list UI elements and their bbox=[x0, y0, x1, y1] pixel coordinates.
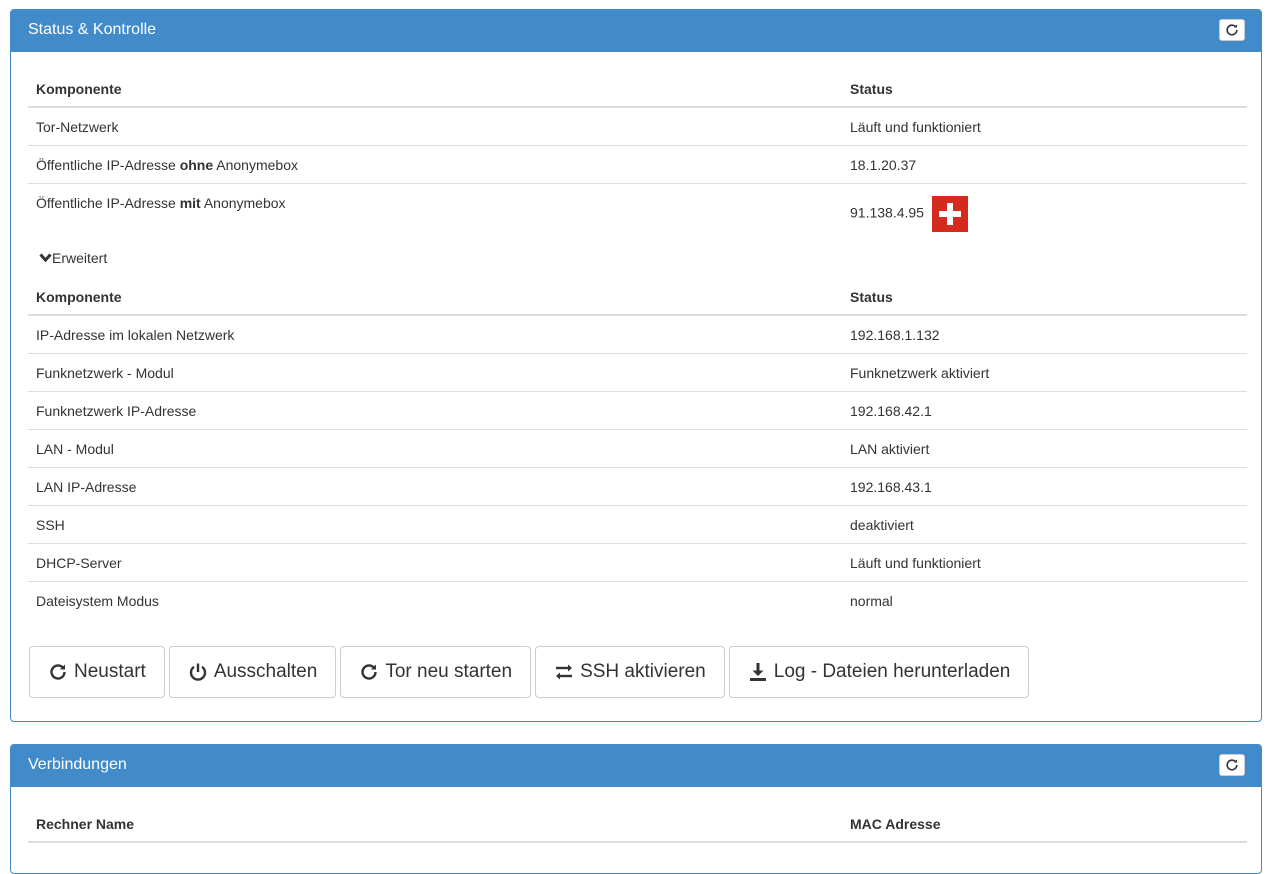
status-cell: normal bbox=[850, 592, 893, 609]
status-cell: Funknetzwerk aktiviert bbox=[842, 353, 1247, 392]
status-cell: LAN aktiviert bbox=[842, 429, 1247, 468]
table-row: SSH deaktiviert bbox=[28, 505, 1247, 544]
status-cell: 192.168.1.132 bbox=[842, 315, 1247, 354]
column-header-host: Rechner Name bbox=[28, 806, 842, 843]
status-cell: deaktiviert bbox=[842, 505, 1247, 544]
status-cell: 192.168.43.1 bbox=[842, 467, 1247, 506]
table-row: Öffentliche IP-Adresse ohne Anonymebox 1… bbox=[28, 145, 1247, 184]
refresh-icon bbox=[361, 664, 378, 680]
extended-label: Erweitert bbox=[52, 250, 108, 266]
status-panel-heading: Status & Kontrolle bbox=[11, 10, 1261, 52]
status-cell: 18.1.20.37 bbox=[842, 145, 1247, 184]
status-cell: Läuft und funktioniert bbox=[842, 543, 1247, 582]
shutdown-button[interactable]: Ausschalten bbox=[168, 646, 337, 698]
extended-status-table: Komponente Status IP-Adresse im lokalen … bbox=[28, 279, 1247, 619]
status-cell: Läuft und funktioniert bbox=[842, 107, 1247, 146]
chevron-down-icon bbox=[39, 253, 52, 263]
table-row: Öffentliche IP-Adresse mit Anonymebox 91… bbox=[28, 184, 1247, 238]
column-header-status: Status bbox=[842, 71, 1247, 108]
component-cell: Öffentliche IP-Adresse ohne Anonymebox bbox=[28, 145, 842, 184]
download-logs-button[interactable]: Log - Dateien herunterladen bbox=[728, 646, 1030, 698]
status-refresh-button[interactable] bbox=[1219, 19, 1245, 41]
component-cell: Funknetzwerk - Modul bbox=[28, 353, 842, 392]
table-row: Tor-Netzwerk Läuft und funktioniert bbox=[28, 107, 1247, 146]
connections-refresh-button[interactable] bbox=[1219, 754, 1245, 776]
table-row: LAN - Modul LAN aktiviert bbox=[28, 429, 1247, 468]
component-cell: LAN IP-Adresse bbox=[28, 467, 842, 506]
enable-ssh-button[interactable]: SSH aktivieren bbox=[535, 646, 725, 698]
component-cell: DHCP-Server bbox=[28, 543, 842, 582]
component-cell: Öffentliche IP-Adresse mit Anonymebox bbox=[36, 195, 286, 211]
status-cell: 192.168.42.1 bbox=[842, 391, 1247, 430]
table-row: LAN IP-Adresse 192.168.43.1 bbox=[28, 467, 1247, 506]
column-header-status: Status bbox=[842, 279, 1247, 316]
power-icon bbox=[189, 663, 206, 681]
component-cell: Funknetzwerk IP-Adresse bbox=[28, 391, 842, 430]
table-row: Funknetzwerk - Modul Funknetzwerk aktivie… bbox=[28, 353, 1247, 392]
restart-button[interactable]: Neustart bbox=[29, 646, 165, 698]
status-cell: 91.138.4.95 bbox=[842, 184, 1247, 238]
component-cell: SSH bbox=[28, 505, 842, 544]
table-row: DHCP-Server Läuft und funktioniert bbox=[28, 543, 1247, 582]
table-row: IP-Adresse im lokalen Netzwerk 192.168.1.… bbox=[28, 315, 1247, 354]
status-table: Komponente Status Tor-Netzwerk Läuft und… bbox=[28, 71, 1247, 237]
component-cell: LAN - Modul bbox=[28, 429, 842, 468]
column-header-component: Komponente bbox=[28, 71, 842, 108]
restart-tor-button[interactable]: Tor neu starten bbox=[340, 646, 532, 698]
table-row: Dateisystem Modus normal bbox=[28, 582, 1247, 620]
connections-panel-heading: Verbindungen bbox=[11, 745, 1261, 787]
connections-table: Rechner Name MAC Adresse bbox=[28, 806, 1247, 843]
extended-toggle[interactable]: Erweitert bbox=[28, 237, 1245, 279]
action-buttons: Neustart Ausschalten Tor neu starten SSH… bbox=[28, 619, 1245, 714]
swap-icon bbox=[556, 664, 573, 680]
column-header-component: Komponente bbox=[28, 279, 842, 316]
component-cell: IP-Adresse im lokalen Netzwerk bbox=[28, 315, 842, 354]
connections-panel: Verbindungen Rechner Name MAC Adresse bbox=[10, 744, 1262, 874]
refresh-icon bbox=[1226, 759, 1238, 771]
refresh-icon bbox=[50, 664, 66, 680]
column-header-mac: MAC Adresse bbox=[842, 806, 1247, 843]
table-row: Funknetzwerk IP-Adresse 192.168.42.1 bbox=[28, 391, 1247, 430]
status-panel: Status & Kontrolle Komponente Status Tor… bbox=[10, 9, 1262, 722]
download-icon bbox=[749, 663, 766, 681]
component-cell: Dateisystem Modus bbox=[36, 592, 159, 609]
status-panel-title: Status & Kontrolle bbox=[28, 21, 157, 38]
connections-panel-title: Verbindungen bbox=[28, 756, 127, 773]
swiss-flag-icon bbox=[931, 195, 968, 232]
refresh-icon bbox=[1226, 24, 1238, 36]
component-cell: Tor-Netzwerk bbox=[28, 107, 842, 146]
